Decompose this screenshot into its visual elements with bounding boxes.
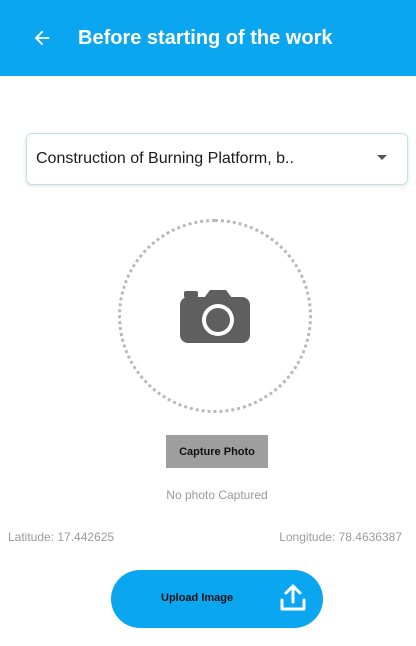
- capture-photo-button[interactable]: Capture Photo: [166, 435, 268, 468]
- page-title: Before starting of the work: [78, 26, 333, 49]
- arrow-left-icon: [34, 30, 50, 46]
- app-screen: Before starting of the work Construction…: [0, 0, 416, 646]
- photo-preview[interactable]: [118, 219, 312, 413]
- app-toolbar: Before starting of the work: [0, 0, 416, 76]
- upload-image-button[interactable]: Upload Image: [111, 570, 323, 628]
- back-button[interactable]: [20, 16, 64, 60]
- upload-icon: [280, 584, 306, 611]
- longitude-text: Longitude: 78.4636387: [279, 530, 402, 544]
- photo-status-text: No photo Captured: [166, 488, 268, 502]
- camera-icon: [180, 290, 250, 343]
- caret-down-icon: [377, 155, 387, 160]
- work-select-value: Construction of Burning Platform, b..: [36, 150, 294, 167]
- upload-image-label: Upload Image: [161, 592, 234, 604]
- latitude-text: Latitude: 17.442625: [8, 530, 115, 544]
- work-select-dropdown[interactable]: Construction of Burning Platform, b..: [26, 133, 408, 185]
